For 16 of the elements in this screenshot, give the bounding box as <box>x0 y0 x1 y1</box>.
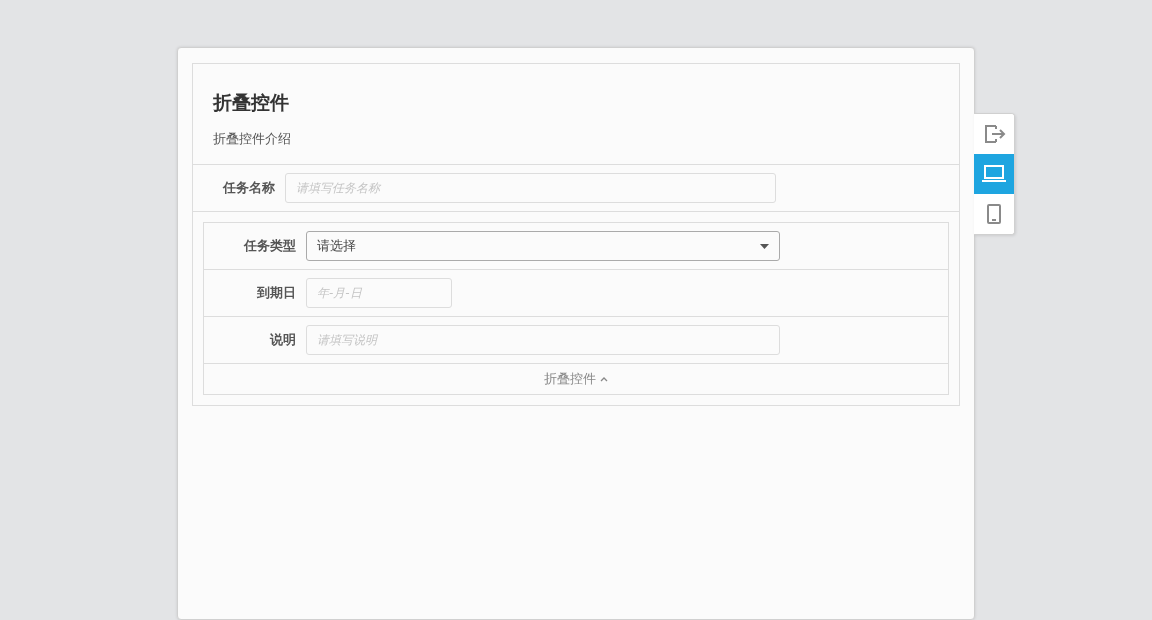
caret-icon <box>760 243 769 249</box>
field-label: 任务名称 <box>221 179 275 197</box>
field-label: 任务类型 <box>242 237 296 255</box>
toolbar-button[interactable] <box>974 194 1014 234</box>
select-field[interactable]: 请选择 <box>306 231 780 261</box>
laptop-icon <box>982 164 1006 184</box>
field-label: 说明 <box>268 331 296 349</box>
toolbar-button[interactable] <box>974 114 1014 154</box>
phone-icon <box>987 204 1001 224</box>
chevron-icon <box>600 376 608 382</box>
collapse-toggle[interactable]: 折叠控件 <box>204 364 948 394</box>
form-subtitle: 折叠控件介绍 <box>213 130 292 148</box>
form-title: 折叠控件 <box>213 90 290 115</box>
field-label: 到期日 <box>256 284 296 302</box>
toolbar-button[interactable] <box>974 154 1014 194</box>
exit-icon <box>982 122 1006 146</box>
